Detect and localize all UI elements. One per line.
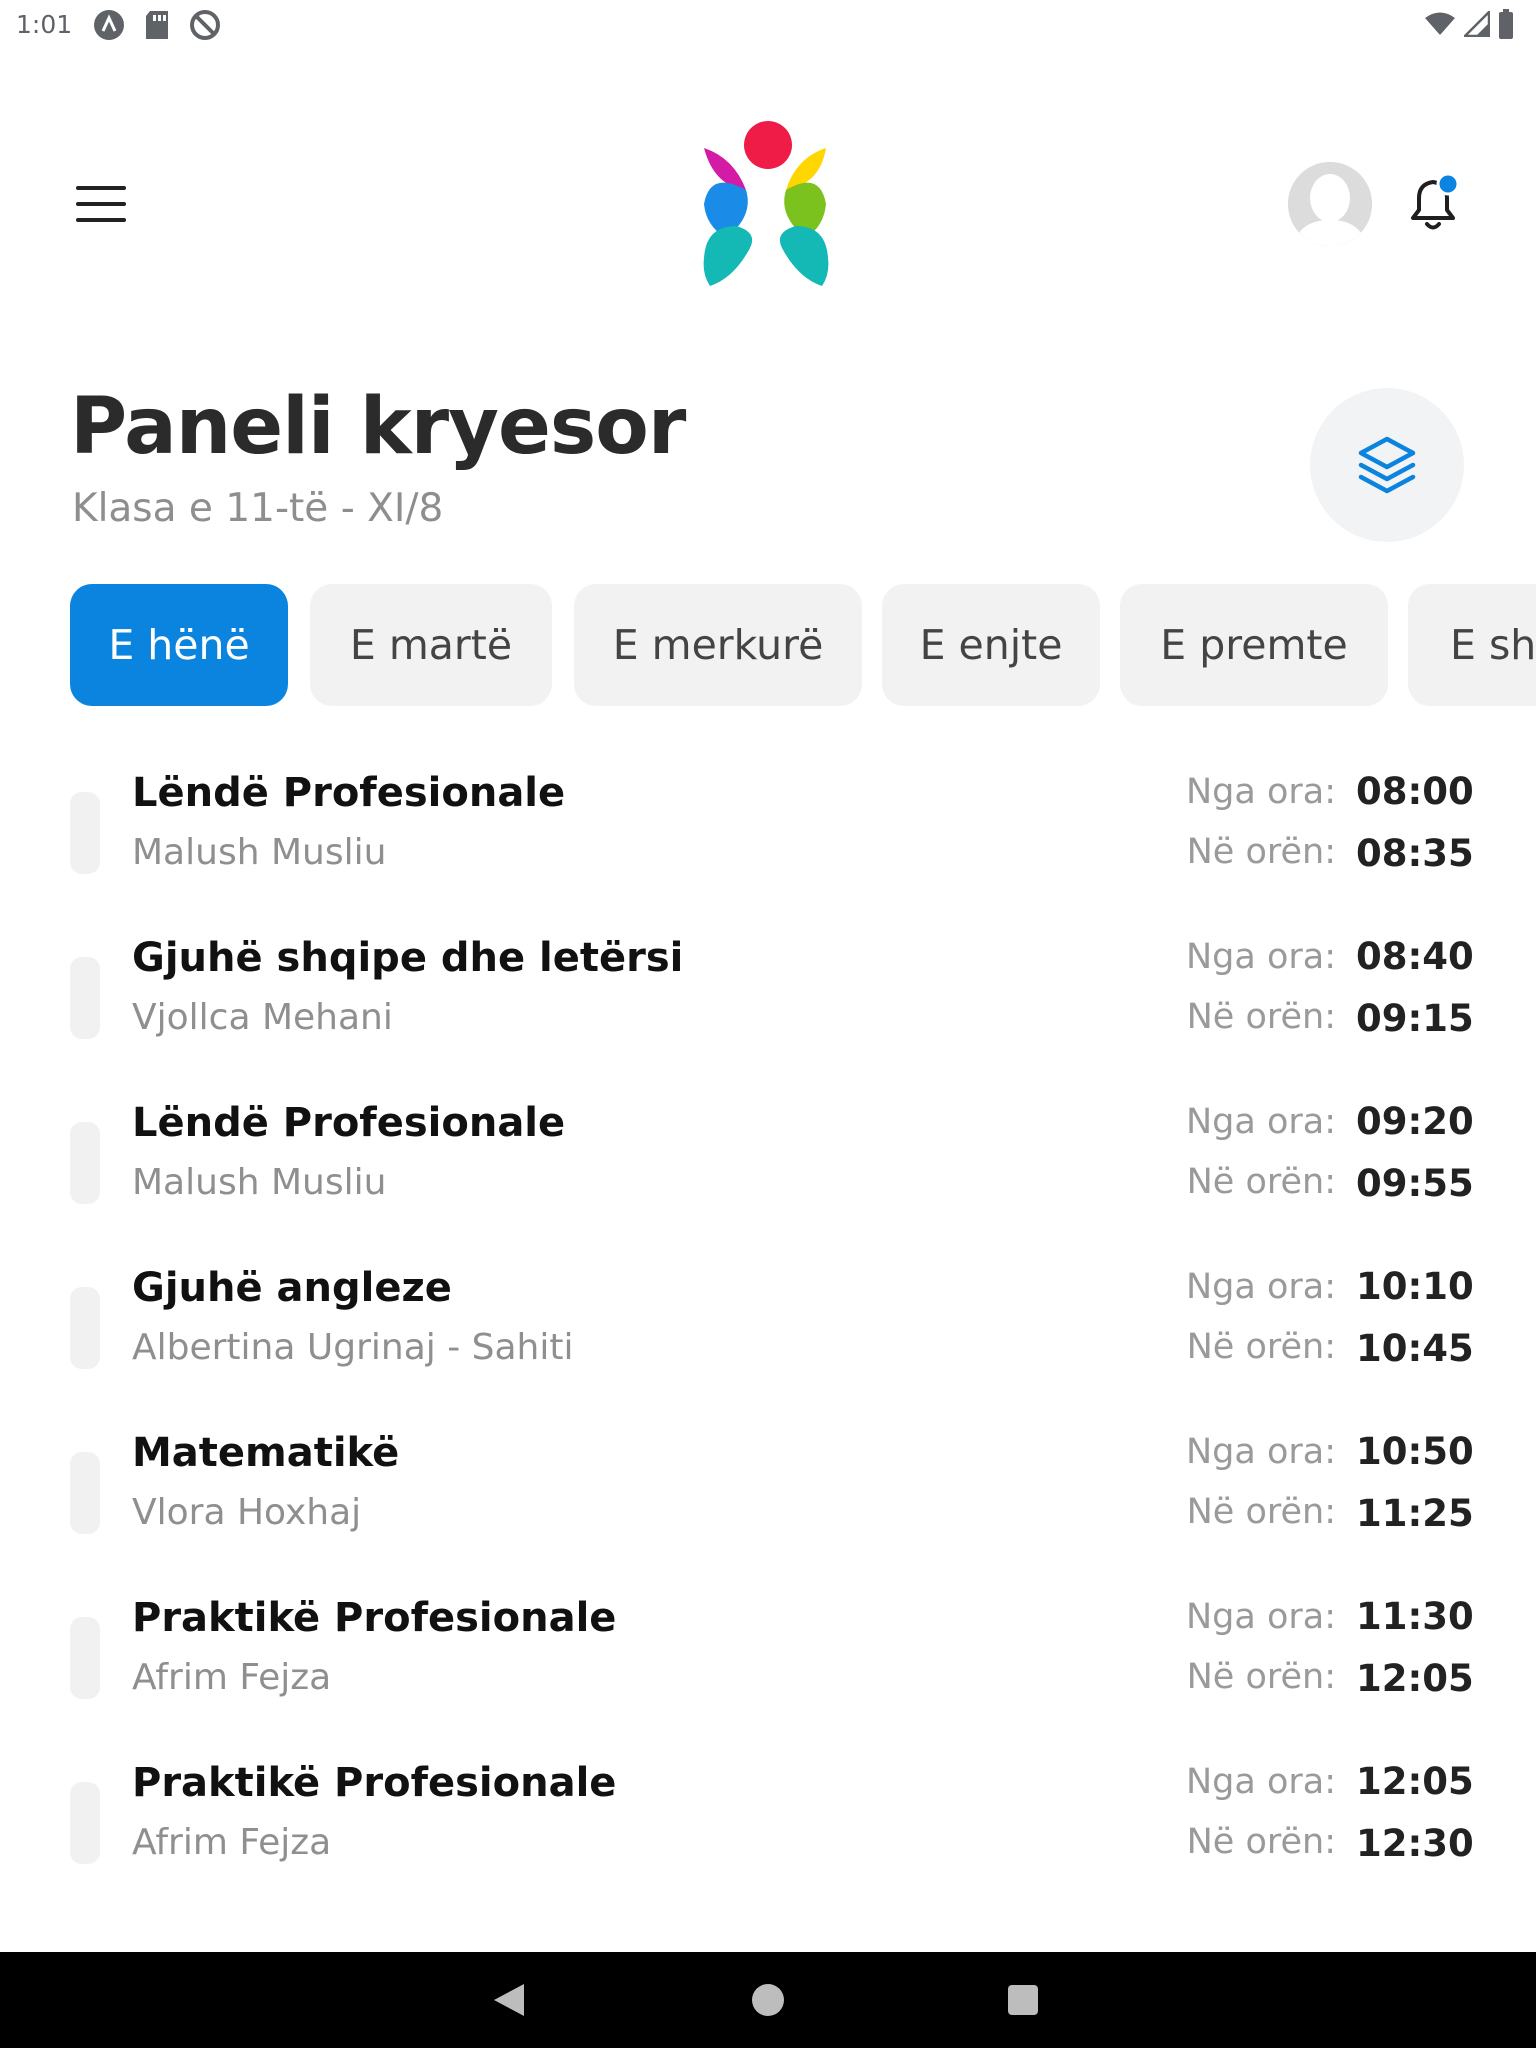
lesson-item[interactable]: Matematikë Vlora Hoxhaj Nga ora: 10:50 N… bbox=[70, 1430, 1474, 1560]
to-time: 12:05 bbox=[1356, 1657, 1474, 1700]
page-subtitle: Klasa e 11-të - XI/8 bbox=[72, 486, 444, 531]
lesson-marker bbox=[70, 1122, 100, 1204]
tab-friday[interactable]: E premte bbox=[1120, 584, 1388, 706]
to-time: 08:35 bbox=[1356, 832, 1474, 875]
status-time: 1:01 bbox=[16, 10, 73, 39]
lesson-subject: Gjuhë angleze bbox=[132, 1265, 452, 1311]
lesson-teacher: Vlora Hoxhaj bbox=[132, 1492, 362, 1533]
notification-bell-icon[interactable] bbox=[1400, 170, 1466, 236]
do-not-disturb-icon bbox=[188, 8, 222, 42]
lesson-item[interactable]: Gjuhë angleze Albertina Ugrinaj - Sahiti… bbox=[70, 1265, 1474, 1395]
tab-wednesday[interactable]: E merkurë bbox=[574, 584, 862, 706]
battery-icon bbox=[1499, 9, 1513, 39]
to-time: 11:25 bbox=[1356, 1492, 1474, 1535]
app-notification-icon bbox=[92, 8, 126, 42]
to-label: Në orën: bbox=[1186, 832, 1336, 872]
lesson-item[interactable]: Lëndë Profesionale Malush Musliu Nga ora… bbox=[70, 1100, 1474, 1230]
layers-button[interactable] bbox=[1310, 388, 1464, 542]
from-time: 08:40 bbox=[1356, 935, 1474, 978]
to-label: Në orën: bbox=[1186, 1822, 1336, 1862]
wifi-icon bbox=[1425, 12, 1455, 35]
lesson-subject: Lëndë Profesionale bbox=[132, 1100, 566, 1146]
recent-apps-icon[interactable] bbox=[1008, 1985, 1038, 2015]
to-label: Në orën: bbox=[1186, 1327, 1336, 1367]
from-label: Nga ora: bbox=[1185, 772, 1336, 812]
system-navigation-bar bbox=[0, 1952, 1536, 2048]
lesson-subject: Lëndë Profesionale bbox=[132, 770, 566, 816]
to-time: 10:45 bbox=[1356, 1327, 1474, 1370]
to-label: Në orën: bbox=[1186, 1492, 1336, 1532]
tab-thursday[interactable]: E enjte bbox=[882, 584, 1100, 706]
lesson-marker bbox=[70, 1452, 100, 1534]
lesson-marker bbox=[70, 1782, 100, 1864]
lesson-item[interactable]: Praktikë Profesionale Afrim Fejza Nga or… bbox=[70, 1760, 1474, 1890]
day-tabs: E hënë E martë E merkurë E enjte E premt… bbox=[70, 584, 1536, 706]
lesson-teacher: Malush Musliu bbox=[132, 1162, 387, 1203]
app-screen: 1:01 Paneli kryesor Klasa e 11-të - XI/8… bbox=[0, 0, 1536, 2048]
app-logo-icon bbox=[696, 118, 836, 293]
lesson-subject: Praktikë Profesionale bbox=[132, 1595, 617, 1641]
lesson-marker bbox=[70, 1287, 100, 1369]
tab-saturday[interactable]: E sht bbox=[1408, 584, 1536, 706]
to-time: 09:55 bbox=[1356, 1162, 1474, 1205]
lesson-marker bbox=[70, 792, 100, 874]
to-time: 12:30 bbox=[1356, 1822, 1474, 1865]
user-avatar-icon[interactable] bbox=[1288, 162, 1372, 246]
signal-icon bbox=[1464, 11, 1490, 37]
from-time: 10:10 bbox=[1356, 1265, 1474, 1308]
lesson-marker bbox=[70, 1617, 100, 1699]
to-time: 09:15 bbox=[1356, 997, 1474, 1040]
lesson-item[interactable]: Praktikë Profesionale Afrim Fejza Nga or… bbox=[70, 1595, 1474, 1725]
from-label: Nga ora: bbox=[1185, 1762, 1336, 1802]
lesson-teacher: Afrim Fejza bbox=[132, 1822, 332, 1863]
from-time: 10:50 bbox=[1356, 1430, 1474, 1473]
lesson-item[interactable]: Gjuhë shqipe dhe letërsi Vjollca Mehani … bbox=[70, 935, 1474, 1065]
lesson-item[interactable]: Lëndë Profesionale Malush Musliu Nga ora… bbox=[70, 770, 1474, 900]
from-label: Nga ora: bbox=[1185, 937, 1336, 977]
lesson-teacher: Vjollca Mehani bbox=[132, 997, 393, 1038]
from-time: 12:05 bbox=[1356, 1760, 1474, 1803]
from-time: 11:30 bbox=[1356, 1595, 1474, 1638]
back-icon[interactable] bbox=[492, 1982, 526, 2018]
from-label: Nga ora: bbox=[1185, 1432, 1336, 1472]
lesson-teacher: Afrim Fejza bbox=[132, 1657, 332, 1698]
layers-icon bbox=[1358, 436, 1416, 494]
to-label: Në orën: bbox=[1186, 1162, 1336, 1202]
to-label: Në orën: bbox=[1186, 997, 1336, 1037]
status-notification-icons bbox=[92, 8, 222, 42]
to-label: Në orën: bbox=[1186, 1657, 1336, 1697]
status-system-icons bbox=[1424, 9, 1514, 39]
status-bar: 1:01 bbox=[0, 0, 1536, 50]
lesson-subject: Gjuhë shqipe dhe letërsi bbox=[132, 935, 684, 981]
home-icon[interactable] bbox=[752, 1984, 784, 2016]
from-label: Nga ora: bbox=[1185, 1597, 1336, 1637]
tab-tuesday[interactable]: E martë bbox=[310, 584, 552, 706]
lesson-marker bbox=[70, 957, 100, 1039]
lesson-teacher: Albertina Ugrinaj - Sahiti bbox=[132, 1327, 574, 1368]
from-time: 08:00 bbox=[1356, 770, 1474, 813]
from-label: Nga ora: bbox=[1185, 1267, 1336, 1307]
lesson-subject: Praktikë Profesionale bbox=[132, 1760, 617, 1806]
lesson-teacher: Malush Musliu bbox=[132, 832, 387, 873]
lesson-subject: Matematikë bbox=[132, 1430, 400, 1476]
hamburger-menu-icon[interactable] bbox=[68, 178, 134, 230]
from-time: 09:20 bbox=[1356, 1100, 1474, 1143]
sd-card-icon bbox=[140, 8, 174, 42]
tab-monday[interactable]: E hënë bbox=[70, 584, 288, 706]
page-title: Paneli kryesor bbox=[70, 382, 686, 472]
from-label: Nga ora: bbox=[1185, 1102, 1336, 1142]
